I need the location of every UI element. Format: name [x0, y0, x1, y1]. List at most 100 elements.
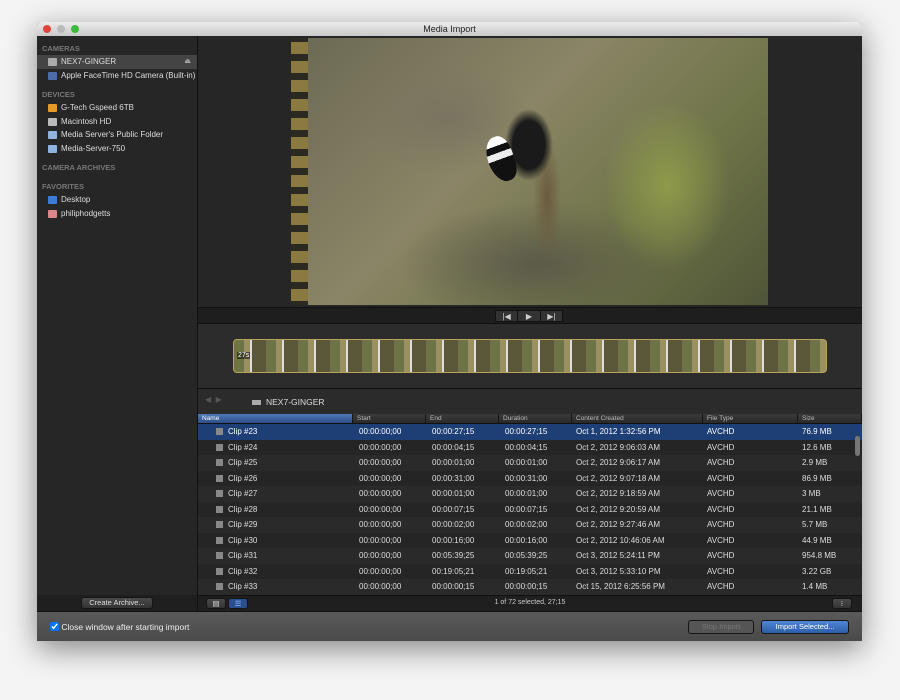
table-cell: 12.6 MB	[802, 442, 832, 452]
clip-name: Clip #24	[228, 442, 258, 452]
hard-drive-icon	[48, 117, 57, 126]
table-cell: Clip #26	[198, 471, 353, 487]
table-cell: Oct 2, 2012 9:27:46 AM	[576, 520, 661, 529]
table-bottom-bar: ▤ ☰ 1 of 72 selected, 27;15 ⁝	[198, 595, 862, 611]
table-cell: AVCHD	[707, 504, 735, 514]
sidebar-item-label: G-Tech Gspeed 6TB	[61, 103, 134, 112]
sidebar-item[interactable]: Desktop	[37, 193, 197, 207]
back-forward-buttons[interactable]: ◀ ▶	[205, 395, 222, 404]
table-cell: 00:00:00;00	[359, 442, 402, 452]
table-cell: AVCHD	[707, 473, 735, 483]
column-header[interactable]: Size	[798, 414, 862, 423]
clip-name: Clip #28	[228, 504, 258, 514]
table-row[interactable]: Clip #31 00:00:00;00 00:05:39;25 00:05:39;2…	[198, 548, 862, 564]
filmstrip-area: 27s	[198, 324, 862, 388]
close-window-checkbox-label[interactable]: Close window after starting import	[50, 622, 189, 632]
home-icon	[48, 209, 57, 218]
column-header[interactable]: End	[426, 414, 499, 423]
media-import-window: Media Import CAMERAS NEX7-GINGER ⏏ Apple Fa…	[37, 22, 862, 641]
table-cell: 00:00:01;00	[432, 489, 475, 498]
table-row[interactable]: Clip #30 00:00:00;00 00:00:16;00 00:00:16;0…	[198, 533, 862, 549]
table-row[interactable]: Clip #33 00:00:00;00 00:00:00;15 00:00:00;1…	[198, 579, 862, 595]
table-row[interactable]: Clip #23 00:00:00;00 00:00:27;15 00:00:27;1…	[198, 424, 862, 440]
table-cell: Clip #30	[198, 533, 353, 549]
sidebar-item[interactable]: Macintosh HD	[37, 115, 197, 129]
table-cell: Oct 1, 2012 1:32:56 PM	[576, 427, 661, 436]
column-header[interactable]: Start	[353, 414, 426, 423]
table-cell: 954.8 MB	[802, 551, 837, 560]
table-cell: 00:00:31;00	[505, 473, 548, 483]
column-header[interactable]: Duration	[499, 414, 572, 423]
table-cell: 00:05:39;25	[505, 551, 548, 560]
network-server-icon	[48, 144, 57, 153]
clip-name: Clip #33	[228, 582, 258, 591]
table-cell: AVCHD	[707, 535, 735, 545]
sidebar-item[interactable]: Apple FaceTime HD Camera (Built-in)	[37, 69, 197, 83]
import-selected-button[interactable]: Import Selected...	[761, 620, 849, 634]
clip-icon	[216, 459, 223, 466]
woodpecker-image	[480, 132, 522, 186]
skip-forward-icon[interactable]: ▶|	[541, 311, 562, 321]
table-cell: AVCHD	[707, 458, 735, 467]
table-cell: Oct 2, 2012 9:06:03 AM	[576, 442, 661, 452]
table-cell: 00:00:00;00	[359, 427, 402, 436]
sidebar-item[interactable]: Media-Server-750	[37, 142, 197, 156]
zoom-slider-button[interactable]: ⁝	[832, 598, 852, 609]
table-cell: Oct 15, 2012 6:25:56 PM	[576, 582, 665, 591]
table-cell: Clip #32	[198, 564, 353, 580]
sidebar-item-label: philiphodgetts	[61, 208, 111, 218]
window-title: Media Import	[423, 24, 476, 34]
sidebar: CAMERAS NEX7-GINGER ⏏ Apple FaceTime HD Cam…	[37, 36, 198, 595]
table-row[interactable]: Clip #27 00:00:00;00 00:00:01;00 00:00:01;0…	[198, 486, 862, 502]
table-cell: 21.1 MB	[802, 504, 832, 514]
clip-name: Clip #32	[228, 566, 258, 576]
create-archive-button[interactable]: Create Archive...	[81, 597, 153, 609]
minimize-window-button[interactable]	[57, 25, 65, 33]
table-row[interactable]: Clip #29 00:00:00;00 00:00:02;00 00:00:02;0…	[198, 517, 862, 533]
stop-import-button[interactable]: Stop Import	[688, 620, 754, 634]
column-header[interactable]: Content Created	[572, 414, 703, 423]
table-row[interactable]: Clip #28 00:00:00;00 00:00:07;15 00:00:07;1…	[198, 502, 862, 518]
sidebar-bottom-bar: Create Archive...	[37, 595, 198, 611]
zoom-window-button[interactable]	[71, 25, 79, 33]
sidebar-item[interactable]: Media Server's Public Folder	[37, 128, 197, 142]
play-icon[interactable]: ▶	[518, 311, 541, 321]
table-cell: AVCHD	[707, 582, 735, 591]
table-row[interactable]: Clip #26 00:00:00;00 00:00:31;00 00:00:31;0…	[198, 471, 862, 487]
sidebar-item-label: Desktop	[61, 195, 91, 204]
table-cell: Oct 3, 2012 5:33:10 PM	[576, 566, 661, 576]
table-row[interactable]: Clip #32 00:00:00;00 00:19:05;21 00:19:05;2…	[198, 564, 862, 580]
skip-back-icon[interactable]: |◀	[496, 311, 519, 321]
sidebar-item[interactable]: NEX7-GINGER ⏏	[37, 55, 197, 69]
close-window-checkbox[interactable]	[50, 622, 59, 631]
column-header[interactable]: File Type	[703, 414, 798, 423]
external-drive-icon	[48, 104, 57, 112]
sidebar-section-header: FAVORITES	[42, 182, 84, 191]
table-cell: 00:00:00;15	[505, 582, 548, 591]
table-cell: 44.9 MB	[802, 535, 832, 545]
close-window-button[interactable]	[43, 25, 51, 33]
table-cell: 2.9 MB	[802, 458, 828, 467]
table-cell: 00:00:07;15	[505, 504, 548, 514]
table-row[interactable]: Clip #24 00:00:00;00 00:00:04;15 00:00:04;1…	[198, 440, 862, 456]
scrollbar[interactable]	[855, 436, 860, 456]
eject-icon[interactable]: ⏏	[184, 55, 191, 69]
clip-filmstrip[interactable]: 27s	[233, 339, 827, 373]
table-cell: 00:00:04;15	[505, 442, 548, 452]
desktop-icon	[48, 196, 57, 204]
network-server-icon	[48, 131, 57, 139]
table-row[interactable]: Clip #25 00:00:00;00 00:00:01;00 00:00:01;0…	[198, 455, 862, 471]
sidebar-item[interactable]: philiphodgetts	[37, 207, 197, 221]
table-cell: 00:19:05;21	[432, 566, 475, 576]
table-cell: 00:00:27;15	[432, 427, 475, 436]
table-cell: AVCHD	[707, 566, 735, 576]
column-header[interactable]: Name	[198, 414, 353, 423]
table-cell: 00:00:01;00	[505, 489, 548, 498]
clip-icon	[216, 567, 223, 575]
sidebar-item-label: NEX7-GINGER	[61, 57, 117, 66]
table-cell: 76.9 MB	[802, 427, 832, 436]
sidebar-item[interactable]: G-Tech Gspeed 6TB	[37, 101, 197, 115]
table-cell: 00:00:01;00	[432, 458, 475, 467]
clip-name: Clip #31	[228, 551, 258, 560]
filmstrip-duration: 27s	[237, 352, 251, 359]
